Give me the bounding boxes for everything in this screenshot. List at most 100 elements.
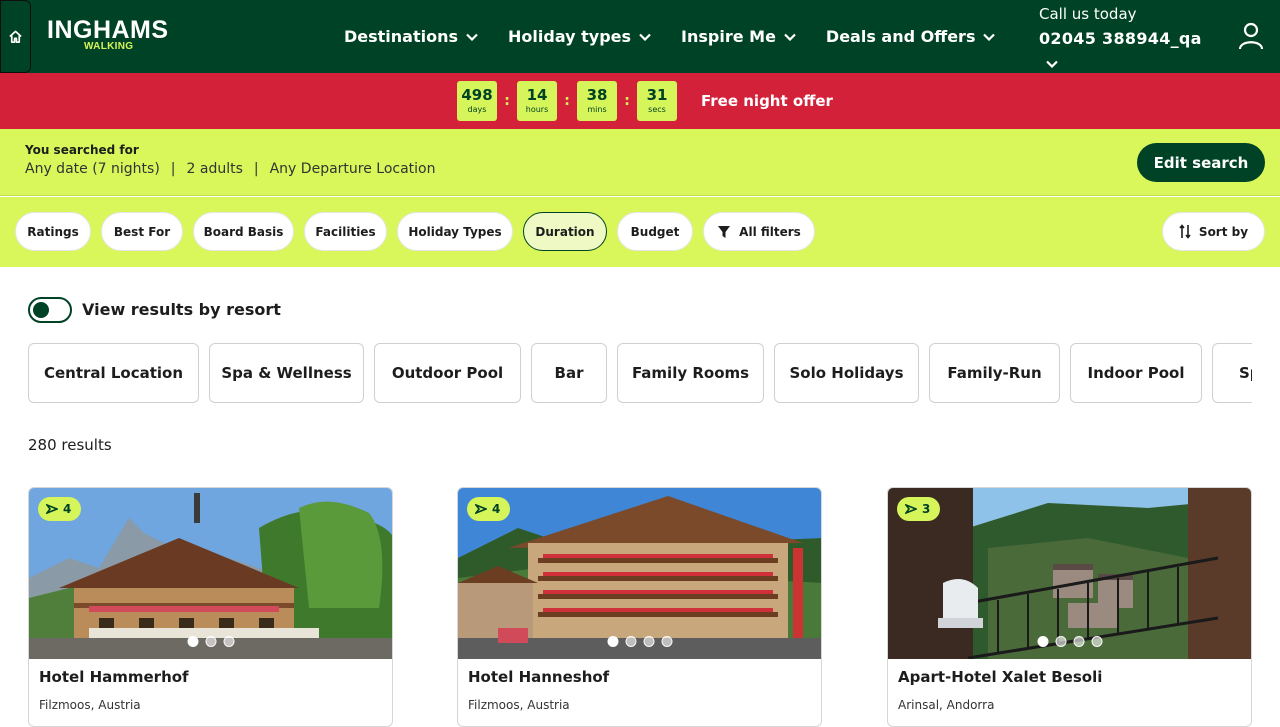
filter-icon xyxy=(718,225,731,238)
chevron-down-icon xyxy=(466,33,478,41)
filter-ratings[interactable]: Ratings xyxy=(15,212,91,251)
hotel-card[interactable]: 3 Apart-Hotel Xalet Besoli Arinsal, Ando… xyxy=(887,487,1252,727)
rating-value: 3 xyxy=(922,502,931,516)
call-us[interactable]: Call us today 02045 388944_qa xyxy=(1039,5,1202,69)
timer-unit: hours xyxy=(525,105,549,114)
timer-value: 31 xyxy=(646,86,668,104)
chip-spa-wellness[interactable]: Spa & Wellness xyxy=(209,343,364,403)
search-summary-title: You searched for xyxy=(25,143,139,157)
summary-separator: | xyxy=(253,161,259,177)
carousel-dot[interactable] xyxy=(607,636,618,647)
filter-board-basis[interactable]: Board Basis xyxy=(193,212,294,251)
chip-solo-holidays[interactable]: Solo Holidays xyxy=(774,343,919,403)
hotel-name[interactable]: Hotel Hanneshof xyxy=(468,668,609,686)
hotel-card[interactable]: 4 Hotel Hammerhof Filzmoos, Austria xyxy=(28,487,393,727)
timer-secs: 31 secs xyxy=(637,81,677,121)
carousel-dot[interactable] xyxy=(1091,636,1102,647)
filter-best-for[interactable]: Best For xyxy=(101,212,183,251)
nav-label: Destinations xyxy=(344,27,459,46)
countdown-timer: 498 days : 14 hours : 38 mins : 31 secs xyxy=(457,81,677,121)
carousel-dots xyxy=(187,636,234,647)
search-summary-details: Any date (7 nights) | 2 adults | Any Dep… xyxy=(25,161,436,177)
search-guests: 2 adults xyxy=(186,161,243,177)
summary-separator: | xyxy=(170,161,176,177)
hotel-image-carousel[interactable]: 3 xyxy=(888,488,1251,659)
timer-unit: secs xyxy=(648,105,666,114)
walking-grade-icon xyxy=(475,504,487,514)
site-header: INGHAMS WALKING Destinations Holiday typ… xyxy=(0,0,1280,73)
carousel-dot[interactable] xyxy=(223,636,234,647)
view-by-resort-label: View results by resort xyxy=(82,300,281,319)
walking-grade-icon xyxy=(905,504,917,514)
rating-badge: 3 xyxy=(897,497,941,521)
carousel-dot[interactable] xyxy=(1073,636,1084,647)
chip-family-run[interactable]: Family-Run xyxy=(929,343,1060,403)
timer-value: 498 xyxy=(461,86,493,104)
nav-destinations[interactable]: Destinations xyxy=(344,27,478,46)
timer-unit: days xyxy=(467,105,487,114)
timer-separator: : xyxy=(624,93,630,109)
hotel-name[interactable]: Hotel Hammerhof xyxy=(39,668,189,686)
all-filters-button[interactable]: All filters xyxy=(703,212,815,251)
offer-banner[interactable]: 498 days : 14 hours : 38 mins : 31 secs Free… xyxy=(0,73,1280,129)
filter-facilities[interactable]: Facilities xyxy=(304,212,387,251)
hotel-image-carousel[interactable]: 4 xyxy=(29,488,392,659)
hotel-photo xyxy=(458,488,821,659)
chip-sp[interactable]: Sp xyxy=(1212,343,1252,403)
hotel-card[interactable]: 4 Hotel Hanneshof Filzmoos, Austria xyxy=(457,487,822,727)
chip-bar[interactable]: Bar xyxy=(531,343,607,403)
edit-search-button[interactable]: Edit search xyxy=(1137,143,1265,182)
walking-grade-icon xyxy=(46,504,58,514)
account-icon[interactable] xyxy=(1238,22,1264,54)
inghams-walking-logo[interactable]: INGHAMS WALKING xyxy=(47,16,169,53)
home-button[interactable] xyxy=(0,0,31,73)
filter-budget[interactable]: Budget xyxy=(617,212,693,251)
carousel-dot[interactable] xyxy=(205,636,216,647)
hotel-location: Arinsal, Andorra xyxy=(898,698,995,712)
nav-holiday-types[interactable]: Holiday types xyxy=(508,27,651,46)
facility-chips: Central Location Spa & Wellness Outdoor … xyxy=(28,343,1252,404)
carousel-dot[interactable] xyxy=(661,636,672,647)
carousel-dot[interactable] xyxy=(1037,636,1048,647)
nav-label: Holiday types xyxy=(508,27,632,46)
chip-outdoor-pool[interactable]: Outdoor Pool xyxy=(374,343,521,403)
search-departure: Any Departure Location xyxy=(269,161,436,177)
nav-label: Inspire Me xyxy=(681,27,776,46)
carousel-dots xyxy=(607,636,672,647)
sort-by-label: Sort by xyxy=(1198,224,1249,239)
call-number[interactable]: 02045 388944_qa xyxy=(1039,29,1202,48)
nav-inspire-me[interactable]: Inspire Me xyxy=(681,27,796,46)
view-by-resort-toggle[interactable] xyxy=(28,297,72,323)
offer-text[interactable]: Free night offer xyxy=(701,92,833,110)
logo-main-text: INGHAMS xyxy=(47,16,169,44)
sort-icon xyxy=(1179,224,1191,239)
carousel-dot[interactable] xyxy=(187,636,198,647)
carousel-dot[interactable] xyxy=(643,636,654,647)
sort-by-button[interactable]: Sort by xyxy=(1162,212,1265,251)
call-label: Call us today xyxy=(1039,5,1137,23)
chip-indoor-pool[interactable]: Indoor Pool xyxy=(1070,343,1202,403)
carousel-dot[interactable] xyxy=(1055,636,1066,647)
nav-deals-offers[interactable]: Deals and Offers xyxy=(826,27,996,46)
results-count: 280 results xyxy=(28,436,112,454)
carousel-dot[interactable] xyxy=(625,636,636,647)
rating-value: 4 xyxy=(492,502,501,516)
search-summary: You searched for Any date (7 nights) | 2… xyxy=(0,129,1280,196)
carousel-dots xyxy=(1037,636,1102,647)
filter-duration[interactable]: Duration xyxy=(523,212,607,251)
timer-value: 38 xyxy=(586,86,608,104)
hotel-image-carousel[interactable]: 4 xyxy=(458,488,821,659)
chip-central-location[interactable]: Central Location xyxy=(28,343,199,403)
timer-hours: 14 hours xyxy=(517,81,557,121)
chip-family-rooms[interactable]: Family Rooms xyxy=(617,343,764,403)
chevron-down-icon[interactable] xyxy=(1046,53,1058,72)
chevron-down-icon xyxy=(784,33,796,41)
hotel-name[interactable]: Apart-Hotel Xalet Besoli xyxy=(898,668,1102,686)
rating-value: 4 xyxy=(63,502,72,516)
filter-holiday-types[interactable]: Holiday Types xyxy=(397,212,513,251)
rating-badge: 4 xyxy=(467,497,511,521)
hotel-photo xyxy=(29,488,392,659)
rating-badge: 4 xyxy=(38,497,82,521)
search-date: Any date (7 nights) xyxy=(25,161,160,177)
timer-unit: mins xyxy=(587,105,607,114)
